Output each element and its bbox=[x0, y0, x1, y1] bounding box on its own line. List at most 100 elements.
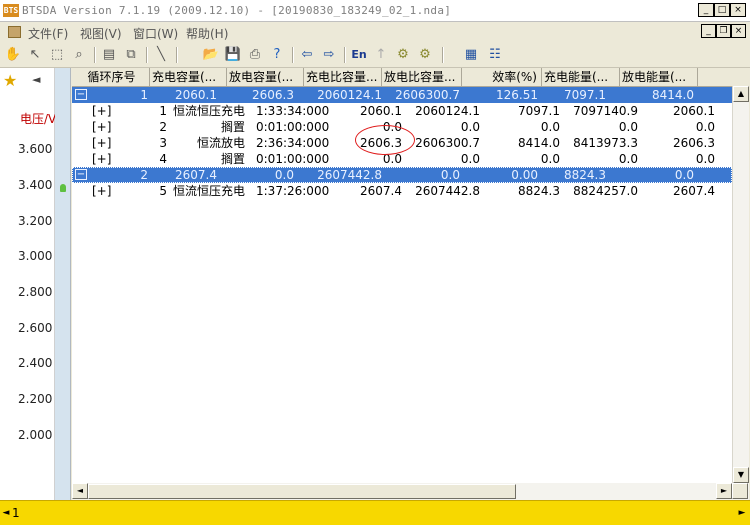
forward-arrow-icon[interactable]: ⇨ bbox=[320, 46, 338, 64]
star-icon[interactable]: ★ bbox=[3, 71, 17, 90]
menu-help[interactable]: 帮助(H) bbox=[186, 25, 228, 42]
discharge-specific-capacity: 2606300.7 bbox=[395, 88, 460, 102]
horizontal-scrollbar[interactable]: ◄ ► bbox=[72, 483, 749, 500]
scroll-up-icon[interactable]: ▲ bbox=[733, 86, 749, 102]
step-value: 2060.1 bbox=[673, 104, 715, 118]
maximize-button[interactable]: □ bbox=[714, 3, 730, 17]
column-header-charge-capacity[interactable]: 充电容量(... bbox=[150, 68, 227, 87]
expand-toggle[interactable]: [+] bbox=[92, 103, 112, 119]
step-energy: 0.0 bbox=[540, 120, 560, 134]
back-arrow-icon[interactable]: ⇦ bbox=[298, 46, 316, 64]
save-icon[interactable]: 💾 bbox=[224, 46, 242, 64]
window-title: BTSDA Version 7.1.19 (2009.12.10) - [201… bbox=[22, 4, 452, 17]
menu-bar: 文件(F) 视图(V) 窗口(W) 帮助(H) bbox=[0, 22, 750, 42]
close-button[interactable]: × bbox=[730, 3, 746, 17]
step-specific-energy: 8413973.3 bbox=[573, 136, 638, 150]
step-name: 搁置 bbox=[220, 152, 245, 166]
document-icon[interactable] bbox=[8, 26, 21, 38]
column-header-cycle[interactable]: 循环序号 bbox=[72, 68, 150, 87]
pointer-icon[interactable]: ↖ bbox=[26, 46, 44, 64]
step-row[interactable]: [+] 4 搁置 0:01:00:000 0.0 0.0 0.0 0.0 0.0 bbox=[72, 151, 732, 167]
menu-view[interactable]: 视图(V) bbox=[80, 25, 122, 42]
menu-file[interactable]: 文件(F) bbox=[28, 25, 68, 42]
column-header-discharge-energy[interactable]: 放电能量(... bbox=[620, 68, 698, 87]
zoom-icon[interactable]: ⌕ bbox=[70, 46, 88, 64]
reset-icon[interactable]: ▤ bbox=[100, 46, 118, 64]
column-header-charge-energy[interactable]: 充电能量(... bbox=[542, 68, 620, 87]
menu-window[interactable]: 窗口(W) bbox=[133, 25, 178, 42]
y-tick: 3.000 bbox=[18, 249, 53, 263]
table-view-icon[interactable]: ▦ bbox=[462, 46, 480, 64]
settings-icon[interactable]: ⚙ bbox=[394, 46, 412, 64]
step-row[interactable]: [+] 1 恒流恒压充电 1:33:34:000 2060.1 2060124.… bbox=[72, 103, 732, 119]
step-number: 1 bbox=[159, 104, 167, 118]
minimize-button[interactable]: _ bbox=[698, 3, 714, 17]
app-logo-icon: BTS bbox=[3, 4, 19, 17]
step-number: 4 bbox=[159, 152, 167, 166]
charge-specific-capacity: 2607442.8 bbox=[317, 168, 382, 182]
collapse-left-icon[interactable]: ◄ bbox=[32, 73, 40, 86]
collapse-toggle[interactable]: − bbox=[75, 89, 87, 100]
chart-axis-panel: ★ ◄ 电压/V 3.600 3.400 3.200 3.000 2.800 2… bbox=[0, 68, 56, 500]
tree-view-icon[interactable]: ☷ bbox=[486, 46, 504, 64]
mdi-close-button[interactable]: × bbox=[731, 24, 746, 38]
y-tick: 3.200 bbox=[18, 214, 53, 228]
open-folder-icon[interactable]: 📂 bbox=[202, 46, 220, 64]
column-header-discharge-specific[interactable]: 放电比容量... bbox=[382, 68, 462, 87]
hand-icon[interactable]: ✋ bbox=[4, 46, 22, 64]
step-specific-energy: 8824257.0 bbox=[573, 184, 638, 198]
toolbar-separator bbox=[442, 47, 444, 63]
column-header-efficiency[interactable]: 效率(%) bbox=[462, 68, 542, 87]
help-icon[interactable]: ? bbox=[268, 46, 286, 64]
status-scroll-left-icon[interactable]: ◄ bbox=[0, 505, 12, 521]
row-gutter bbox=[55, 68, 71, 500]
horizontal-scroll-thumb[interactable] bbox=[88, 484, 516, 499]
scroll-left-icon[interactable]: ◄ bbox=[72, 483, 88, 499]
toolbar-separator bbox=[292, 47, 294, 63]
toolbar-separator bbox=[176, 47, 178, 63]
toolbar: ✋ ↖ ⬚ ⌕ ▤ ⧉ ╲ 📂 💾 ⎙ ? ⇦ ⇨ En ↑ ⚙ ⚙ ▦ ☷ bbox=[0, 42, 750, 68]
expand-toggle[interactable]: [+] bbox=[92, 183, 112, 199]
step-value: 2606.3 bbox=[673, 136, 715, 150]
step-name: 搁置 bbox=[220, 120, 245, 134]
y-tick: 2.600 bbox=[18, 321, 53, 335]
expand-toggle[interactable]: [+] bbox=[92, 135, 112, 151]
step-specific-capacity: 2606300.7 bbox=[415, 136, 480, 150]
toolbar-separator bbox=[344, 47, 346, 63]
step-capacity: 2607.4 bbox=[360, 184, 402, 198]
column-header-discharge-capacity[interactable]: 放电容量(... bbox=[227, 68, 304, 87]
y-tick: 3.600 bbox=[18, 142, 53, 156]
cycle-row[interactable]: − 1 2060.1 2606.3 2060124.1 2606300.7 12… bbox=[72, 87, 732, 103]
step-row[interactable]: [+] 5 恒流恒压充电 1:37:26:000 2607.4 2607442.… bbox=[72, 183, 732, 199]
step-time: 2:36:34:000 bbox=[256, 136, 330, 150]
expand-toggle[interactable]: [+] bbox=[92, 151, 112, 167]
charge-energy: 8824.3 bbox=[564, 168, 606, 182]
copy-view-icon[interactable]: ⧉ bbox=[122, 46, 140, 64]
up-arrow-icon[interactable]: ↑ bbox=[372, 46, 390, 64]
draw-line-icon[interactable]: ╲ bbox=[152, 46, 170, 64]
discharge-capacity: 0.0 bbox=[274, 168, 294, 182]
scroll-right-icon[interactable]: ► bbox=[716, 483, 732, 499]
y-tick: 3.400 bbox=[18, 178, 53, 192]
zoom-select-icon[interactable]: ⬚ bbox=[48, 46, 66, 64]
language-en-button[interactable]: En bbox=[350, 46, 368, 64]
column-header-charge-specific[interactable]: 充电比容量... bbox=[304, 68, 382, 87]
print-icon[interactable]: ⎙ bbox=[246, 46, 264, 64]
y-tick: 2.800 bbox=[18, 285, 53, 299]
mdi-minimize-button[interactable]: _ bbox=[701, 24, 716, 38]
mdi-restore-button[interactable]: ❐ bbox=[716, 24, 731, 38]
expand-toggle[interactable]: [+] bbox=[92, 119, 112, 135]
step-energy: 7097.1 bbox=[518, 104, 560, 118]
config-icon[interactable]: ⚙ bbox=[416, 46, 434, 64]
step-number: 5 bbox=[159, 184, 167, 198]
y-tick: 2.200 bbox=[18, 392, 53, 406]
step-specific-capacity: 0.0 bbox=[460, 152, 480, 166]
collapse-toggle[interactable]: − bbox=[75, 169, 87, 180]
vertical-scrollbar[interactable]: ▲ ▼ bbox=[732, 86, 749, 483]
y-tick: 2.400 bbox=[18, 356, 53, 370]
step-name: 恒流恒压充电 bbox=[172, 184, 245, 198]
status-scroll-right-icon[interactable]: ► bbox=[736, 505, 748, 521]
title-bar: BTS BTSDA Version 7.1.19 (2009.12.10) - … bbox=[0, 0, 750, 22]
scroll-down-icon[interactable]: ▼ bbox=[733, 467, 749, 483]
cycle-row[interactable]: − 2 2607.4 0.0 2607442.8 0.0 0.00 8824.3… bbox=[72, 167, 732, 183]
